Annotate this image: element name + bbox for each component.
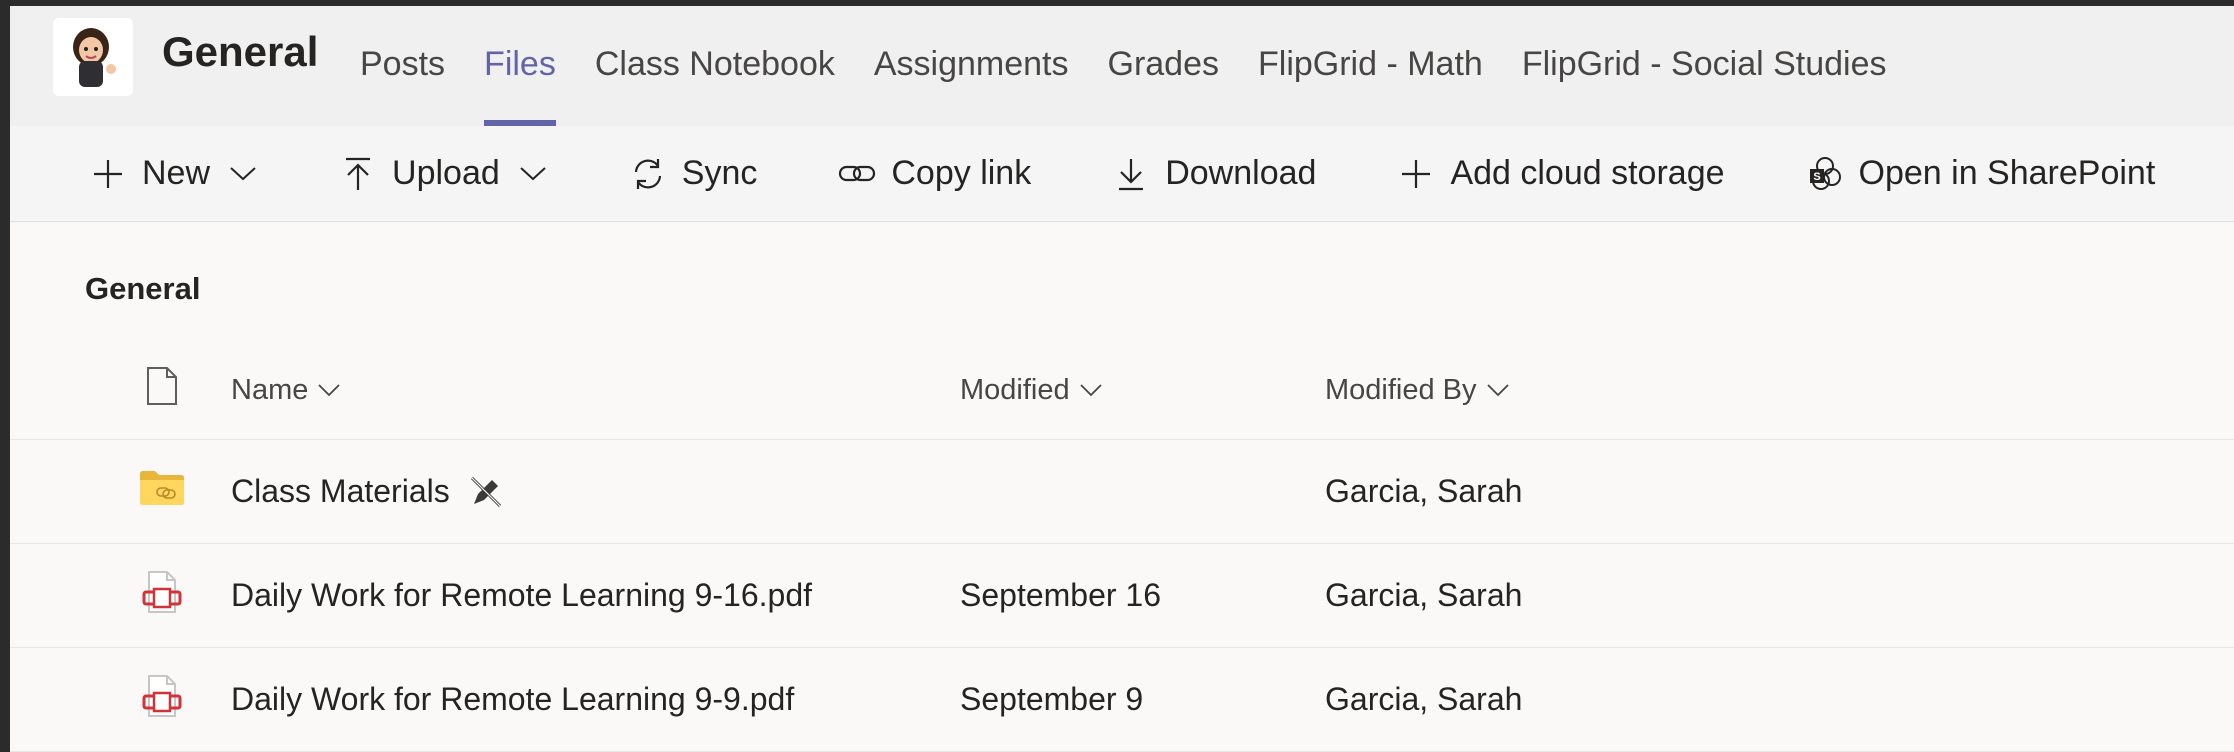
new-label: New bbox=[142, 154, 211, 192]
teams-window: General Posts Files Class Notebook Assig… bbox=[10, 6, 2234, 752]
pdf-file-icon bbox=[141, 570, 183, 622]
file-name-link[interactable]: Class Materials bbox=[231, 473, 450, 510]
file-name-cell: Daily Work for Remote Learning 9-16.pdf bbox=[231, 544, 812, 647]
files-toolbar: New Upload Sync Copy link Download Add c… bbox=[10, 126, 2234, 222]
upload-button[interactable]: Upload bbox=[338, 154, 548, 194]
file-name-cell: Class Materials bbox=[231, 440, 506, 543]
tab-class-notebook[interactable]: Class Notebook bbox=[595, 6, 835, 126]
row-icon-cell bbox=[132, 440, 192, 543]
svg-text:S: S bbox=[1813, 171, 1820, 183]
document-icon bbox=[145, 366, 179, 414]
download-icon bbox=[1111, 154, 1151, 194]
modified-by-cell: Garcia, Sarah bbox=[1325, 577, 1523, 613]
upload-icon bbox=[338, 154, 378, 194]
chevron-down-icon bbox=[1078, 377, 1104, 403]
modified-by-cell: Garcia, Sarah bbox=[1325, 681, 1523, 717]
pdf-file-icon bbox=[141, 674, 183, 726]
row-icon-cell bbox=[132, 544, 192, 647]
modified-by-cell: Garcia, Sarah bbox=[1325, 473, 1523, 509]
copy-link-button[interactable]: Copy link bbox=[837, 154, 1031, 194]
files-content: General Name Modified Modified By Class … bbox=[10, 223, 2234, 752]
name-column-label: Name bbox=[231, 373, 309, 406]
chevron-down-icon bbox=[1485, 377, 1511, 403]
file-row-pdf[interactable]: Daily Work for Remote Learning 9-16.pdf … bbox=[10, 544, 2234, 648]
shared-folder-icon bbox=[139, 470, 185, 514]
add-cloud-storage-button[interactable]: Add cloud storage bbox=[1396, 154, 1725, 194]
plus-icon bbox=[1396, 154, 1436, 194]
add-cloud-storage-label: Add cloud storage bbox=[1450, 154, 1725, 192]
tab-assignments[interactable]: Assignments bbox=[874, 6, 1069, 126]
chevron-down-icon bbox=[518, 159, 548, 189]
modified-by-column-label: Modified By bbox=[1325, 373, 1477, 406]
tab-files[interactable]: Files bbox=[484, 6, 556, 126]
tab-posts[interactable]: Posts bbox=[360, 6, 445, 126]
modified-cell: September 16 bbox=[960, 577, 1162, 613]
class-materials-pencil-off-icon bbox=[466, 472, 506, 512]
modified-column-header[interactable]: Modified bbox=[960, 341, 1104, 439]
modified-by-column-header[interactable]: Modified By bbox=[1325, 341, 1511, 439]
download-button[interactable]: Download bbox=[1111, 154, 1316, 194]
name-column-header[interactable]: Name bbox=[231, 341, 342, 439]
modified-cell: September 9 bbox=[960, 681, 1144, 717]
channel-header: General Posts Files Class Notebook Assig… bbox=[10, 6, 2234, 127]
channel-tabs: Posts Files Class Notebook Assignments G… bbox=[360, 6, 1926, 126]
sync-label: Sync bbox=[681, 154, 758, 192]
copy-link-label: Copy link bbox=[891, 154, 1032, 192]
bitmoji-avatar-icon bbox=[73, 28, 116, 87]
open-in-sharepoint-button[interactable]: S Open in SharePoint bbox=[1805, 154, 2156, 194]
team-avatar[interactable] bbox=[53, 18, 133, 96]
upload-label: Upload bbox=[392, 154, 500, 192]
folder-breadcrumb: General bbox=[85, 271, 201, 306]
file-name-link[interactable]: Daily Work for Remote Learning 9-16.pdf bbox=[231, 577, 812, 614]
link-icon bbox=[837, 154, 877, 194]
sync-icon bbox=[628, 154, 668, 194]
sharepoint-icon: S bbox=[1805, 154, 1845, 194]
row-icon-cell bbox=[132, 648, 192, 751]
file-name-link[interactable]: Daily Work for Remote Learning 9-9.pdf bbox=[231, 681, 794, 718]
open-in-sharepoint-label: Open in SharePoint bbox=[1858, 154, 2156, 192]
file-list: Name Modified Modified By Class Material… bbox=[10, 341, 2234, 752]
file-row-pdf[interactable]: Daily Work for Remote Learning 9-9.pdf S… bbox=[10, 648, 2234, 752]
file-row-folder[interactable]: Class Materials Garcia, Sarah bbox=[10, 440, 2234, 544]
download-label: Download bbox=[1165, 154, 1317, 192]
modified-column-label: Modified bbox=[960, 373, 1070, 406]
plus-icon bbox=[88, 154, 128, 194]
file-type-column-header[interactable] bbox=[132, 341, 192, 439]
chevron-down-icon bbox=[228, 159, 258, 189]
sync-button[interactable]: Sync bbox=[628, 154, 758, 194]
tab-grades[interactable]: Grades bbox=[1108, 6, 1220, 126]
file-list-header: Name Modified Modified By bbox=[10, 341, 2234, 440]
chevron-down-icon bbox=[316, 377, 342, 403]
new-button[interactable]: New bbox=[88, 154, 258, 194]
file-name-cell: Daily Work for Remote Learning 9-9.pdf bbox=[231, 648, 794, 751]
tab-flipgrid-social-studies[interactable]: FlipGrid - Social Studies bbox=[1522, 6, 1887, 126]
channel-title: General bbox=[162, 28, 319, 75]
tab-flipgrid-math[interactable]: FlipGrid - Math bbox=[1258, 6, 1483, 126]
